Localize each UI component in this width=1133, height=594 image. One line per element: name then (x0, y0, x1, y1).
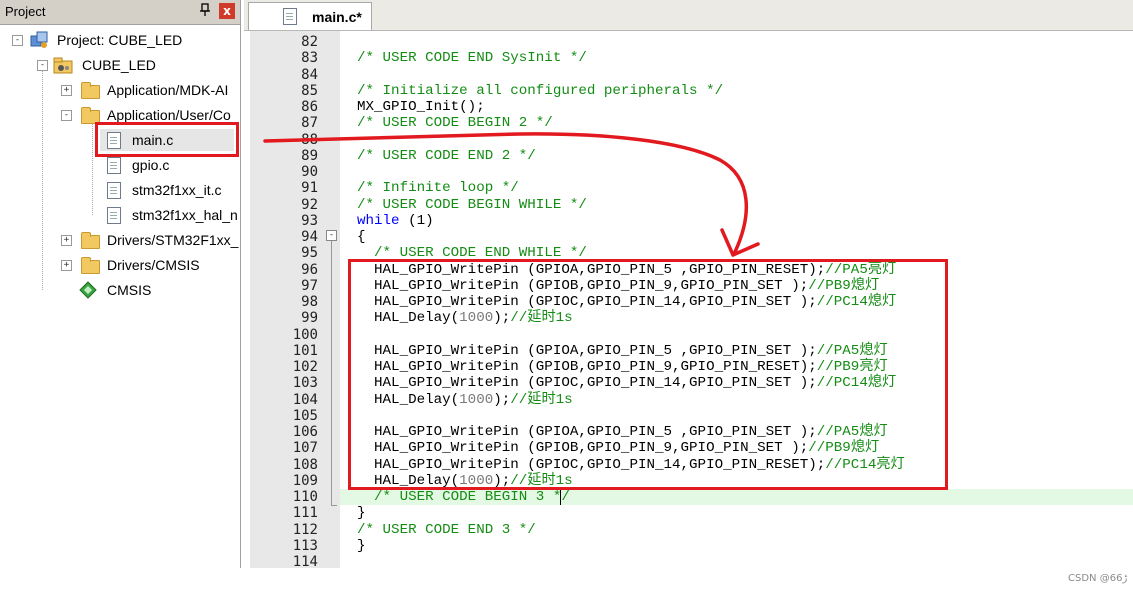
annotation-arrow (263, 132, 760, 257)
watermark-text: CSDN @6ڑ6 (1068, 573, 1128, 584)
